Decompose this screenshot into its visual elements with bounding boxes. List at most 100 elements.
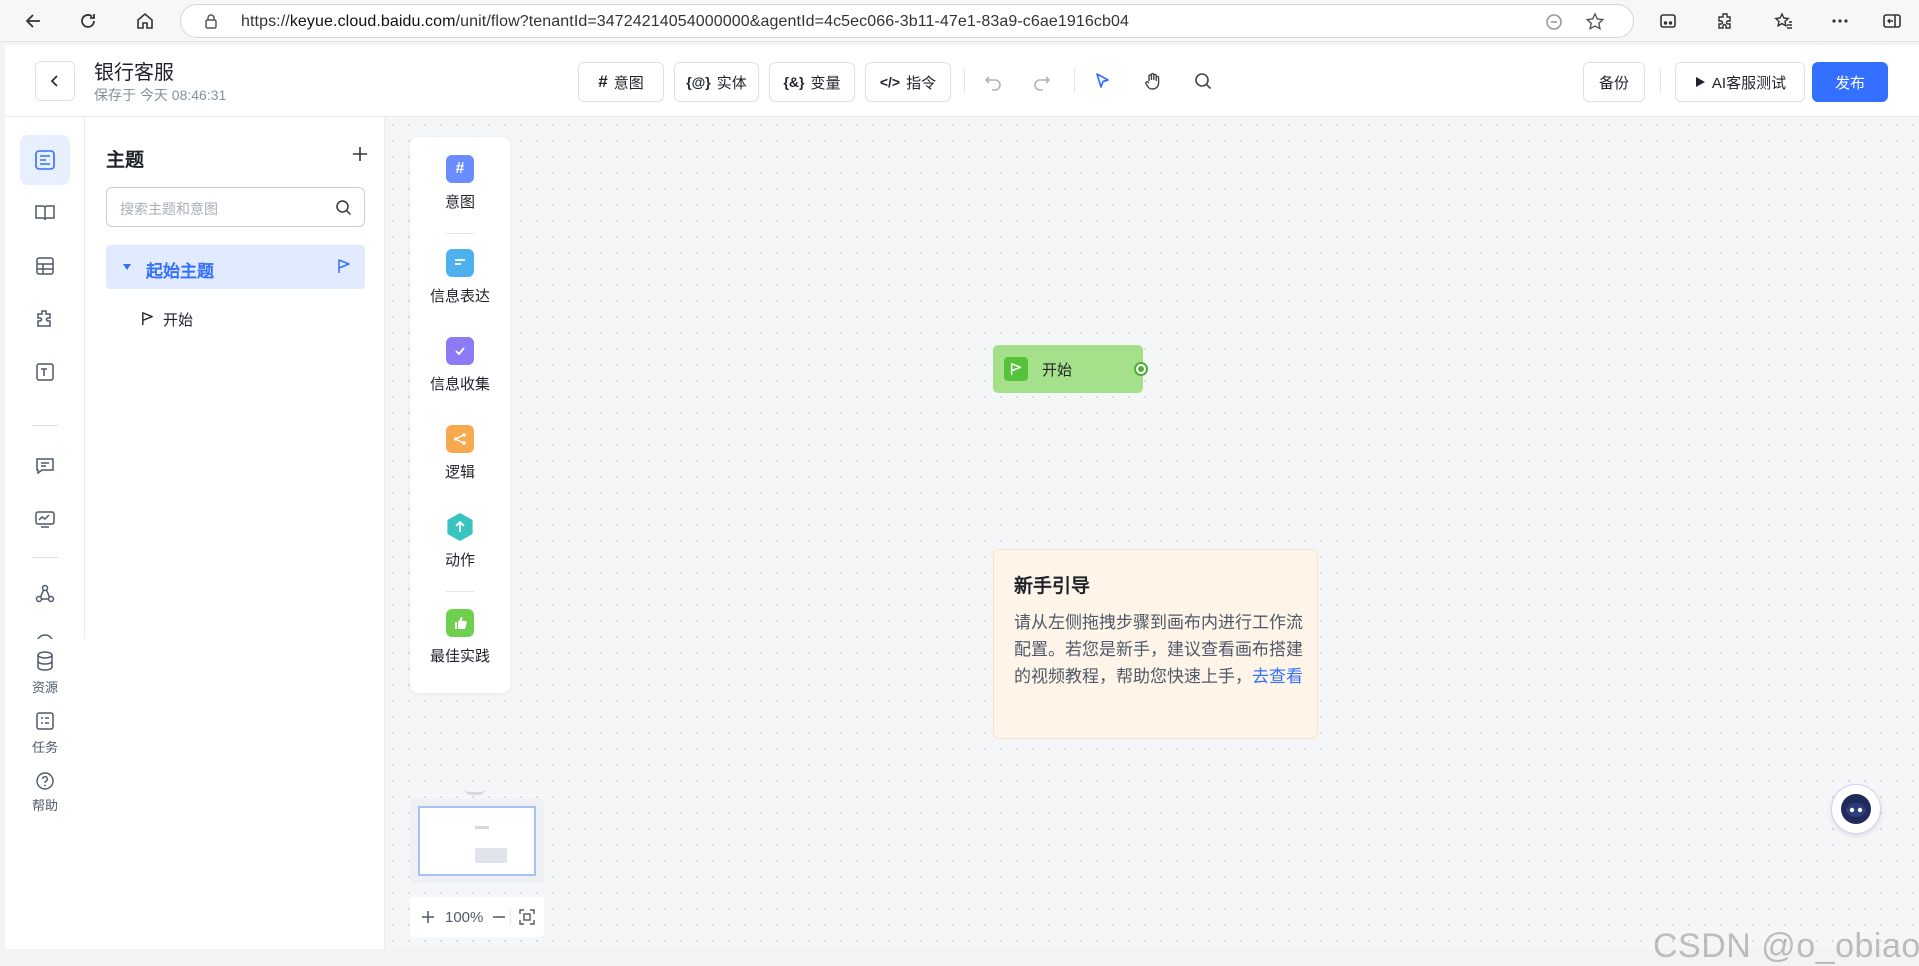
publish-button[interactable]: 发布 (1812, 62, 1888, 102)
task-icon[interactable] (33, 709, 57, 733)
undo-icon[interactable] (977, 65, 1009, 97)
step-intent[interactable]: # 意图 (410, 155, 510, 212)
rail-divider (32, 425, 58, 426)
app-window: 银行客服 保存于 今天 08:46:31 # 意图 {@} 实体 {&} 变量 </>… (5, 45, 1919, 965)
variable-icon: {&} (783, 74, 805, 90)
left-rail: 资源 任务 帮助 (5, 117, 85, 949)
chat-icon (36, 458, 54, 475)
divider (510, 909, 511, 925)
rail-label-help[interactable]: 帮助 (5, 795, 85, 814)
zoom-in-icon[interactable] (419, 908, 437, 926)
rail-item-knowledge[interactable] (20, 188, 70, 238)
refresh-icon[interactable] (74, 7, 102, 35)
rail-item-flow[interactable] (20, 135, 70, 185)
step-label: 意图 (444, 194, 475, 211)
variable-button[interactable]: {&} 变量 (769, 62, 855, 102)
rail-label-resources[interactable]: 资源 (5, 677, 85, 696)
search-icon[interactable] (335, 199, 352, 216)
output-port[interactable] (1134, 362, 1148, 376)
redo-icon[interactable] (1026, 65, 1058, 97)
favorites-icon[interactable] (1770, 7, 1798, 35)
intent-button[interactable]: # 意图 (578, 62, 664, 102)
flag-icon (1004, 357, 1028, 381)
topic-item-start[interactable]: 开始 (106, 301, 365, 337)
action-hexagon-icon (447, 513, 473, 541)
guide-text: 请从左侧拖拽步骤到画布内进行工作流配置。若您是新手，建议查看画布搭建的视频教程，… (1014, 609, 1304, 690)
assistant-bot-button[interactable] (1831, 784, 1881, 834)
minimap[interactable] (410, 799, 544, 883)
zoom-out-icon[interactable] (490, 908, 508, 926)
minimap-collapse-handle[interactable] (465, 789, 485, 795)
play-icon (1695, 77, 1705, 87)
topic-group-start[interactable]: 起始主题 (106, 245, 365, 289)
ai-test-button[interactable]: AI客服测试 (1675, 62, 1805, 102)
folder-check-icon (446, 337, 474, 365)
hand-pan-icon[interactable] (1137, 65, 1169, 97)
topic-search-input[interactable]: 搜索主题和意图 (106, 187, 365, 227)
table-icon (36, 257, 54, 275)
step-collect[interactable]: 信息收集 (410, 337, 510, 394)
topic-panel: 主题 搜索主题和意图 起始主题 开始 (85, 117, 385, 949)
tab-actions-icon[interactable] (1654, 7, 1682, 35)
palette-divider (446, 591, 474, 592)
rail-item-chat[interactable] (20, 441, 70, 491)
step-label: 信息收集 (429, 376, 490, 393)
sidebar-toggle-icon[interactable] (1878, 7, 1906, 35)
back-icon[interactable] (20, 7, 48, 35)
entity-button[interactable]: {@} 实体 (674, 62, 759, 102)
help-icon[interactable] (35, 771, 55, 791)
thumbs-up-icon (446, 609, 474, 637)
panel-title: 主题 (106, 150, 145, 171)
reader-icon[interactable] (1544, 12, 1564, 32)
hash-icon: # (598, 72, 608, 91)
rail-item-table[interactable] (20, 241, 70, 291)
save-status: 保存于 今天 08:46:31 (94, 87, 227, 103)
select-pointer-icon[interactable] (1087, 65, 1119, 97)
start-node[interactable]: 开始 (993, 345, 1148, 393)
rail-item-monitor[interactable] (20, 494, 70, 544)
rail-item-model[interactable] (20, 569, 70, 619)
fit-view-icon[interactable] (518, 908, 536, 926)
clipped-rail-icon (33, 631, 57, 639)
zoom-level: 100% (445, 909, 484, 926)
favorite-star-icon[interactable] (1585, 12, 1605, 32)
step-logic[interactable]: 逻辑 (410, 425, 510, 482)
address-bar[interactable]: https://keyue.cloud.baidu.com/unit/flow?… (180, 4, 1634, 38)
guide-title: 新手引导 (1014, 576, 1091, 597)
chevron-left-icon (50, 75, 58, 87)
entity-icon: {@} (686, 74, 711, 90)
back-button[interactable] (35, 61, 75, 101)
step-best-practice[interactable]: 最佳实践 (410, 609, 510, 666)
start-node-label: 开始 (1042, 362, 1073, 379)
text-template-icon (36, 363, 54, 381)
flow-icon (35, 150, 55, 170)
divider (1660, 69, 1661, 93)
search-icon[interactable] (1187, 65, 1219, 97)
book-icon (35, 205, 55, 221)
palette-divider (446, 233, 474, 234)
backup-button[interactable]: 备份 (1583, 62, 1645, 102)
app-header: 银行客服 保存于 今天 08:46:31 # 意图 {@} 实体 {&} 变量 </>… (5, 45, 1919, 117)
add-topic-icon[interactable] (351, 145, 369, 163)
monitor-icon (35, 511, 55, 528)
more-options-icon[interactable] (1826, 7, 1854, 35)
rail-label-tasks[interactable]: 任务 (5, 737, 85, 756)
step-message[interactable]: 信息表达 (410, 249, 510, 306)
rail-item-plugin[interactable] (20, 294, 70, 344)
lock-icon (203, 13, 219, 29)
step-label: 最佳实践 (429, 648, 490, 665)
extensions-icon[interactable] (1711, 7, 1739, 35)
home-icon[interactable] (131, 7, 159, 35)
search-placeholder: 搜索主题和意图 (120, 201, 218, 217)
model-icon (35, 584, 55, 603)
flag-icon (336, 258, 352, 274)
database-icon[interactable] (33, 649, 57, 673)
rail-item-text[interactable] (20, 347, 70, 397)
caret-down-icon[interactable] (122, 262, 132, 272)
minimap-viewport[interactable] (418, 806, 536, 876)
flow-canvas[interactable]: # 意图 信息表达 信息收集 逻辑 动作 最佳实践 开始 新手引导 请从左侧拖拽… (385, 117, 1919, 965)
guide-link[interactable]: 去查看 (1252, 667, 1303, 686)
step-action[interactable]: 动作 (410, 513, 510, 570)
command-button[interactable]: </> 指令 (865, 62, 951, 102)
browser-toolbar: https://keyue.cloud.baidu.com/unit/flow?… (0, 0, 1919, 42)
